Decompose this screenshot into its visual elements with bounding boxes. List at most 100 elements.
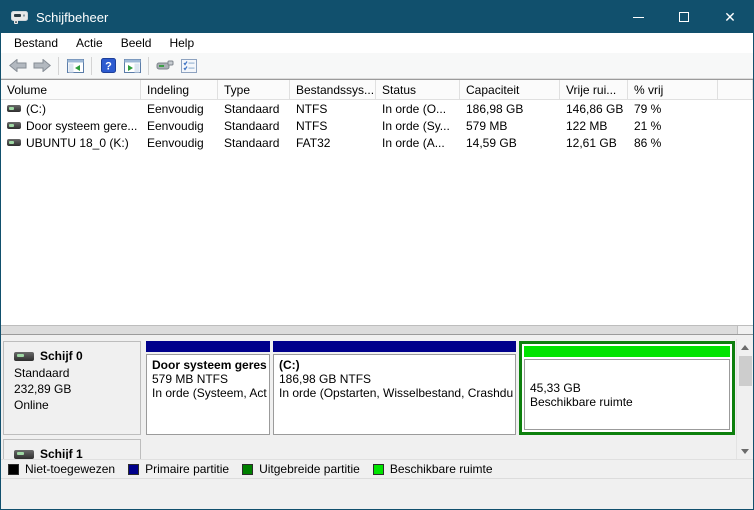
column-header-volume[interactable]: Volume: [1, 80, 141, 99]
title-bar: Schijfbeheer ✕: [1, 1, 753, 33]
disk-1-row: Schijf 1: [3, 439, 736, 459]
help-icon[interactable]: ?: [96, 55, 120, 77]
minimize-button[interactable]: [615, 1, 661, 33]
legend-item-extended: Uitgebreide partitie: [242, 462, 360, 476]
table-row[interactable]: UBUNTU 18_0 (K:) Eenvoudig Standaard FAT…: [1, 134, 753, 151]
horizontal-scrollbar-thumb[interactable]: [1, 326, 738, 334]
toolbar-separator: [91, 56, 92, 75]
toolbar-separator: [148, 56, 149, 75]
partition-system-reserved[interactable]: Door systeem geres 579 MB NTFS In orde (…: [146, 341, 270, 435]
cell-pct-vrij: 86 %: [634, 135, 662, 150]
close-button[interactable]: ✕: [707, 1, 753, 33]
toolbar-separator: [58, 56, 59, 75]
show-action-pane-icon[interactable]: [120, 55, 144, 77]
cell-bestandssysteem: FAT32: [296, 135, 331, 150]
menu-bestand[interactable]: Bestand: [5, 33, 67, 53]
status-bar: [1, 478, 753, 509]
primary-partition-color-bar: [146, 341, 270, 352]
column-header-bestandssysteem[interactable]: Bestandssys...: [290, 80, 376, 99]
partition-title: Door systeem geres: [152, 358, 267, 372]
horizontal-scrollbar[interactable]: [1, 325, 753, 334]
cell-bestandssysteem: NTFS: [296, 101, 328, 116]
legend-label: Uitgebreide partitie: [259, 462, 360, 476]
cell-bestandssysteem: NTFS: [296, 118, 328, 133]
unallocated-swatch-icon: [8, 463, 19, 475]
volume-name: Door systeem gere...: [26, 118, 138, 133]
disk-0-partitions: Door systeem geres 579 MB NTFS In orde (…: [146, 341, 736, 435]
maximize-icon: [679, 12, 689, 22]
partition-status: In orde (Systeem, Act: [152, 386, 267, 400]
maximize-button[interactable]: [661, 1, 707, 33]
cell-type: Standaard: [224, 118, 280, 133]
menu-help[interactable]: Help: [160, 33, 203, 53]
disk-1-info-cell[interactable]: Schijf 1: [3, 439, 141, 459]
forward-icon[interactable]: [30, 55, 54, 77]
cell-vrije-ruimte: 146,86 GB: [566, 101, 624, 116]
menu-bar: Bestand Actie Beeld Help: [1, 33, 753, 53]
close-icon: ✕: [724, 9, 736, 25]
free-space-label: Beschikbare ruimte: [530, 394, 633, 409]
partition-status: In orde (Opstarten, Wisselbestand, Crash…: [279, 386, 514, 400]
properties-icon[interactable]: [177, 55, 201, 77]
cell-indeling: Eenvoudig: [147, 118, 204, 133]
partition-c-drive[interactable]: (C:) 186,98 GB NTFS In orde (Opstarten, …: [273, 341, 516, 435]
legend-item-free: Beschikbare ruimte: [372, 462, 493, 476]
scroll-up-icon[interactable]: [737, 339, 754, 355]
column-header-empty: [718, 80, 753, 99]
column-header-indeling[interactable]: Indeling: [141, 80, 218, 99]
scroll-down-icon[interactable]: [737, 443, 754, 459]
cell-status: In orde (O...: [382, 101, 447, 116]
svg-text:?: ?: [105, 61, 112, 73]
legend-item-unallocated: Niet-toegewezen: [8, 462, 115, 476]
column-header-pct-vrij[interactable]: % vrij: [628, 80, 718, 99]
disk-icon: [14, 449, 34, 459]
vertical-scrollbar-thumb[interactable]: [738, 356, 752, 386]
table-row[interactable]: (C:) Eenvoudig Standaard NTFS In orde (O…: [1, 100, 753, 117]
column-header-type[interactable]: Type: [218, 80, 290, 99]
cell-vrije-ruimte: 122 MB: [566, 118, 608, 133]
disk-management-window: Schijfbeheer ✕ Bestand Actie Beeld Help: [0, 0, 754, 510]
cell-type: Standaard: [224, 101, 280, 116]
partition-free-space[interactable]: 45,33 GB Beschikbare ruimte: [519, 341, 735, 435]
disk-type: Standaard: [14, 366, 70, 380]
cell-pct-vrij: 79 %: [634, 101, 662, 116]
cell-indeling: Eenvoudig: [147, 135, 204, 150]
disk-0-info-cell[interactable]: Schijf 0 Standaard 232,89 GB Online: [3, 341, 141, 435]
minimize-icon: [632, 16, 644, 18]
cell-status: In orde (A...: [382, 135, 445, 150]
vertical-scrollbar[interactable]: [736, 339, 753, 459]
list-empty-area: [1, 151, 753, 325]
graphical-view-pane: Schijf 0 Standaard 232,89 GB Online Door…: [1, 339, 753, 459]
column-header-status[interactable]: Status: [376, 80, 460, 99]
volume-list-header: Volume Indeling Type Bestandssys... Stat…: [1, 80, 753, 100]
menu-actie[interactable]: Actie: [67, 33, 112, 53]
partition-title: (C:): [279, 358, 300, 372]
disk-size: 232,89 GB: [14, 382, 72, 396]
cell-capaciteit: 186,98 GB: [466, 101, 524, 116]
legend-label: Niet-toegewezen: [25, 462, 116, 476]
partition-size: 186,98 GB NTFS: [279, 372, 372, 386]
rescan-disks-icon[interactable]: [153, 55, 177, 77]
column-header-capaciteit[interactable]: Capaciteit: [460, 80, 560, 99]
cell-type: Standaard: [224, 135, 280, 150]
disk-name: Schijf 1: [40, 447, 83, 459]
back-icon[interactable]: [6, 55, 30, 77]
volume-name: (C:): [26, 101, 46, 116]
show-console-tree-icon[interactable]: [63, 55, 87, 77]
window-title: Schijfbeheer: [36, 9, 109, 25]
cell-capaciteit: 579 MB: [466, 118, 508, 133]
legend-label: Beschikbare ruimte: [389, 462, 493, 476]
menu-beeld[interactable]: Beeld: [112, 33, 161, 53]
primary-partition-color-bar: [273, 341, 516, 352]
free-space-color-bar: [524, 346, 730, 357]
legend-bar: Niet-toegewezen Primaire partitie Uitgeb…: [1, 459, 753, 478]
cell-pct-vrij: 21 %: [634, 118, 662, 133]
disk-0-row: Schijf 0 Standaard 232,89 GB Online Door…: [3, 341, 736, 435]
table-row[interactable]: Door systeem gere... Eenvoudig Standaard…: [1, 117, 753, 134]
column-header-vrije-ruimte[interactable]: Vrije rui...: [560, 80, 628, 99]
volume-icon: [7, 139, 21, 146]
cell-status: In orde (Sy...: [382, 118, 450, 133]
volume-icon: [7, 122, 21, 129]
cell-capaciteit: 14,59 GB: [466, 135, 517, 150]
disk-drive-app-icon: [11, 10, 28, 24]
